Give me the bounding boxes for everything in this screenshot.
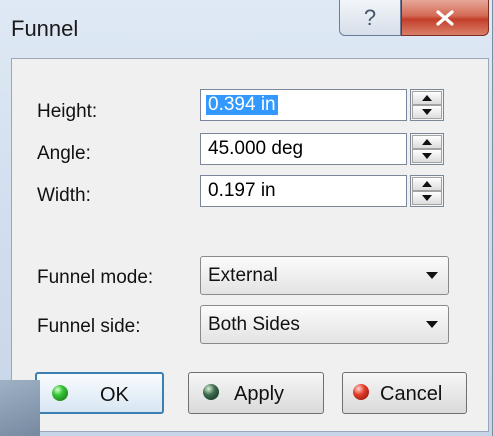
arrow-up-icon — [422, 139, 432, 145]
apply-button[interactable]: Apply — [188, 372, 324, 414]
arrow-down-icon — [422, 109, 432, 115]
angle-spin-down[interactable] — [412, 149, 442, 163]
chevron-down-icon — [426, 321, 438, 328]
ok-indicator-icon — [52, 385, 68, 401]
close-icon — [436, 9, 454, 26]
arrow-down-icon — [422, 153, 432, 159]
width-spin-down[interactable] — [412, 191, 442, 205]
height-spin-up[interactable] — [412, 91, 442, 105]
height-value: 0.394 in — [206, 94, 278, 115]
angle-spinner[interactable] — [410, 133, 444, 165]
angle-input[interactable]: 45.000 deg — [200, 133, 407, 165]
height-spinner[interactable] — [410, 89, 444, 121]
angle-spin-up[interactable] — [412, 135, 442, 149]
chevron-down-icon — [426, 272, 438, 279]
width-label: Width: — [37, 185, 91, 206]
arrow-up-icon — [422, 95, 432, 101]
help-button[interactable]: ? — [339, 0, 401, 36]
funnel-mode-value: External — [208, 265, 278, 286]
arrow-down-icon — [422, 195, 432, 201]
funnel-side-label: Funnel side: — [37, 316, 141, 337]
funnel-dialog: Funnel ? Height: 0.394 in Angle: 45.000 … — [0, 0, 493, 436]
width-input[interactable]: 0.197 in — [200, 175, 407, 207]
close-button[interactable] — [401, 0, 489, 36]
help-icon: ? — [363, 4, 377, 30]
height-spin-down[interactable] — [412, 105, 442, 119]
cancel-indicator-icon — [353, 384, 369, 400]
arrow-up-icon — [422, 181, 432, 187]
dialog-body: Height: 0.394 in Angle: 45.000 deg Width… — [11, 58, 489, 432]
angle-value: 45.000 deg — [208, 138, 304, 159]
window-title: Funnel — [11, 16, 79, 41]
width-spinner[interactable] — [410, 175, 444, 207]
funnel-mode-label: Funnel mode: — [37, 267, 154, 288]
cancel-label: Cancel — [380, 383, 443, 405]
width-value: 0.197 in — [208, 180, 276, 201]
funnel-side-value: Both Sides — [208, 314, 300, 335]
background-edge — [0, 380, 40, 436]
funnel-side-select[interactable]: Both Sides — [200, 305, 449, 344]
apply-indicator-icon — [203, 384, 219, 400]
height-input[interactable]: 0.394 in — [200, 89, 407, 121]
apply-label: Apply — [234, 383, 285, 405]
height-label: Height: — [37, 101, 98, 122]
cancel-button[interactable]: Cancel — [342, 372, 467, 414]
funnel-mode-select[interactable]: External — [200, 256, 449, 295]
ok-label: OK — [100, 384, 129, 406]
title-bar: Funnel ? — [0, 0, 493, 60]
width-spin-up[interactable] — [412, 177, 442, 191]
angle-label: Angle: — [37, 143, 91, 164]
ok-button[interactable]: OK — [35, 372, 164, 414]
